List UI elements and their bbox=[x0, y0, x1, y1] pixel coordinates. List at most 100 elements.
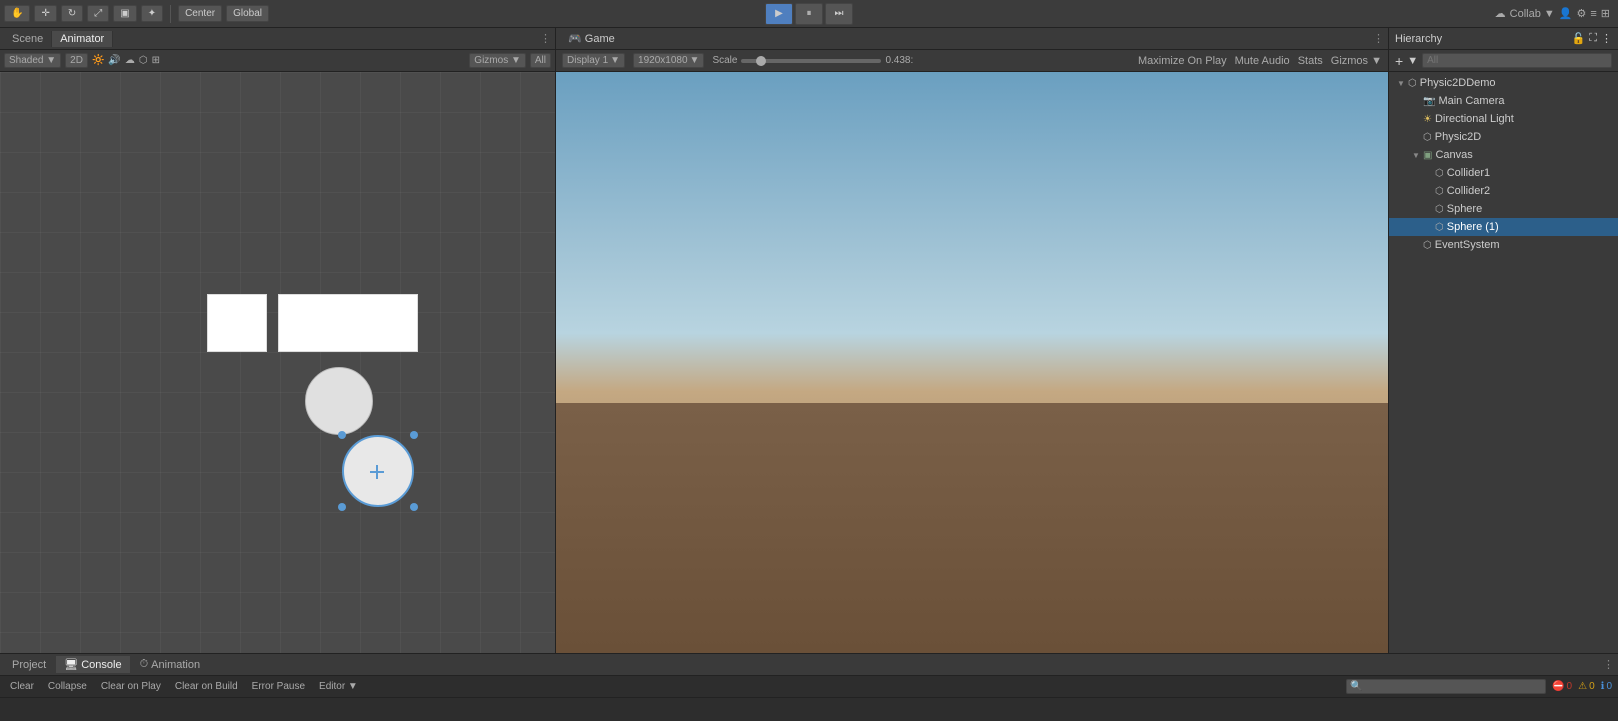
scene-gizmos-icon[interactable]: ⬡ bbox=[139, 55, 148, 66]
handle-br[interactable] bbox=[410, 503, 418, 511]
hand-tool-btn[interactable]: ✋ bbox=[4, 5, 30, 22]
scale-tool-btn[interactable]: ⤢ bbox=[87, 5, 109, 22]
scale-value: 0.438: bbox=[885, 55, 913, 66]
item-label-physic2d: Physic2D bbox=[1435, 131, 1481, 143]
tab-animator[interactable]: Animator bbox=[52, 31, 113, 47]
clear-on-build-btn[interactable]: Clear on Build bbox=[171, 680, 242, 693]
game-panel-menu[interactable]: ⋮ bbox=[1373, 32, 1384, 45]
hierarchy-header-buttons: 🔓 ⛶ ⋮ bbox=[1572, 32, 1612, 45]
search-icon: 🔍 bbox=[1350, 681, 1362, 692]
camera-icon: 📷 bbox=[1423, 96, 1435, 107]
hierarchy-item-sphere1[interactable]: ⬡ Sphere (1) bbox=[1389, 218, 1618, 236]
hierarchy-item-directional-light[interactable]: ☀ Directional Light bbox=[1389, 110, 1618, 128]
plus-icon[interactable]: + bbox=[1395, 53, 1403, 69]
info-icon: ℹ bbox=[1601, 681, 1605, 692]
move-tool-btn[interactable]: ✛ bbox=[34, 5, 56, 22]
clear-btn[interactable]: Clear bbox=[6, 680, 38, 693]
hierarchy-toolbar: + ▼ bbox=[1389, 50, 1618, 72]
fx-icon[interactable]: ☁ bbox=[125, 55, 135, 66]
hierarchy-item-collider2[interactable]: ⬡ Collider2 bbox=[1389, 182, 1618, 200]
maximize-icon[interactable]: ⛶ bbox=[1589, 32, 1597, 45]
audio-icon[interactable]: 🔊 bbox=[108, 55, 120, 66]
mute-audio-label[interactable]: Mute Audio bbox=[1235, 55, 1290, 67]
display-selector[interactable]: Display 1 ▼ bbox=[562, 53, 625, 68]
lighting-icon[interactable]: 🔆 bbox=[92, 55, 104, 66]
bottom-panel: Project 🖥 Console ⏱ Animation ⋮ Clear Co… bbox=[0, 653, 1618, 721]
scene-panel-tabs: Scene Animator ⋮ bbox=[0, 28, 555, 50]
tab-animation[interactable]: ⏱ Animation bbox=[132, 656, 209, 673]
collab-label: Collab ▼ bbox=[1510, 8, 1555, 20]
center-panel: 🎮 Game ⋮ Display 1 ▼ 1920x1080 ▼ Scale 0… bbox=[556, 28, 1388, 653]
play-button[interactable]: ▶ bbox=[765, 3, 793, 25]
handle-tr[interactable] bbox=[410, 431, 418, 439]
collapse-btn[interactable]: Collapse bbox=[44, 680, 91, 693]
hierarchy-item-collider1[interactable]: ⬡ Collider1 bbox=[1389, 164, 1618, 182]
item-label-canvas: Canvas bbox=[1435, 149, 1472, 161]
handle-tl[interactable] bbox=[338, 431, 346, 439]
error-icon: ⛔ bbox=[1552, 681, 1564, 692]
handle-bl[interactable] bbox=[338, 503, 346, 511]
collider1-icon: ⬡ bbox=[1435, 168, 1444, 179]
clear-on-play-btn[interactable]: Clear on Play bbox=[97, 680, 165, 693]
collab-button[interactable]: ☁ Collab ▼ 👤 ⚙ ≡ ⊞ bbox=[1495, 7, 1610, 20]
game-panel-tabs: 🎮 Game ⋮ bbox=[556, 28, 1388, 50]
error-pause-btn[interactable]: Error Pause bbox=[248, 680, 309, 693]
grid-icon[interactable]: ⊞ bbox=[152, 55, 160, 66]
hierarchy-item-eventsystem[interactable]: ⬡ EventSystem bbox=[1389, 236, 1618, 254]
scene-icon: ⬡ bbox=[1408, 78, 1417, 89]
game-toolbar: Display 1 ▼ 1920x1080 ▼ Scale 0.438: Max… bbox=[556, 50, 1388, 72]
global-btn[interactable]: Global bbox=[226, 5, 269, 22]
pause-button[interactable]: ⏸ bbox=[795, 3, 823, 25]
tab-project[interactable]: Project bbox=[4, 657, 54, 673]
scene-view bbox=[0, 72, 555, 653]
shaded-label[interactable]: Shaded ▼ bbox=[4, 53, 61, 68]
resolution-selector[interactable]: 1920x1080 ▼ bbox=[633, 53, 704, 68]
item-label-sphere: Sphere bbox=[1447, 203, 1482, 215]
expand-arrow: ▼ bbox=[1412, 151, 1420, 160]
tab-game[interactable]: 🎮 Game bbox=[560, 30, 623, 47]
console-label: Console bbox=[81, 659, 121, 671]
tab-scene[interactable]: Scene bbox=[4, 31, 52, 47]
bottom-panel-menu[interactable]: ⋮ bbox=[1603, 658, 1614, 671]
scale-slider-thumb[interactable] bbox=[756, 56, 766, 66]
game-view bbox=[556, 72, 1388, 653]
hierarchy-menu-icon[interactable]: ⋮ bbox=[1601, 32, 1612, 45]
rect-tool-btn[interactable]: ▣ bbox=[113, 5, 136, 22]
multi-tool-btn[interactable]: ✦ bbox=[141, 5, 163, 22]
down-arrow-icon[interactable]: ▼ bbox=[1407, 55, 1418, 67]
step-button[interactable]: ⏭ bbox=[825, 3, 853, 25]
item-label-collider1: Collider1 bbox=[1447, 167, 1490, 179]
panel-menu-icon[interactable]: ⋮ bbox=[540, 32, 551, 45]
hierarchy-item-physic2d[interactable]: ⬡ Physic2D bbox=[1389, 128, 1618, 146]
resolution-label: 1920x1080 bbox=[638, 55, 688, 66]
collider2-icon: ⬡ bbox=[1435, 186, 1444, 197]
2d-toggle[interactable]: 2D bbox=[65, 53, 88, 68]
error-badge[interactable]: ⛔ 0 bbox=[1552, 681, 1572, 692]
scene-gizmos-btn[interactable]: Gizmos ▼ bbox=[469, 53, 526, 68]
maximize-on-play-label[interactable]: Maximize On Play bbox=[1138, 55, 1227, 67]
hierarchy-list: ▼ ⬡ Physic2DDemo 📷 Main Camera ☀ Directi… bbox=[1389, 72, 1618, 653]
rotate-tool-btn[interactable]: ↻ bbox=[61, 5, 83, 22]
bottom-search-input[interactable] bbox=[1346, 679, 1546, 694]
lock-icon[interactable]: 🔓 bbox=[1572, 32, 1586, 45]
sphere1-icon: ⬡ bbox=[1435, 222, 1444, 233]
game-gizmos-label[interactable]: Gizmos ▼ bbox=[1331, 55, 1382, 67]
hierarchy-item-physic2ddemo[interactable]: ▼ ⬡ Physic2DDemo bbox=[1389, 74, 1618, 92]
account-icon: 👤 bbox=[1559, 7, 1573, 20]
scene-all-btn[interactable]: All bbox=[530, 53, 551, 68]
info-badge[interactable]: ℹ 0 bbox=[1601, 681, 1612, 692]
center-btn[interactable]: Center bbox=[178, 5, 222, 22]
hierarchy-item-sphere[interactable]: ⬡ Sphere bbox=[1389, 200, 1618, 218]
hierarchy-search-input[interactable] bbox=[1422, 53, 1612, 68]
layers-icon: ≡ bbox=[1590, 8, 1596, 20]
warning-badge[interactable]: ⚠ 0 bbox=[1578, 681, 1595, 692]
play-controls: ▶ ⏸ ⏭ bbox=[765, 3, 853, 25]
editor-dropdown-btn[interactable]: Editor ▼ bbox=[315, 680, 362, 693]
tab-console[interactable]: 🖥 Console bbox=[56, 656, 129, 673]
hierarchy-item-main-camera[interactable]: 📷 Main Camera bbox=[1389, 92, 1618, 110]
scale-slider-track[interactable] bbox=[741, 59, 881, 63]
display-label: Display 1 bbox=[567, 55, 608, 66]
hierarchy-item-canvas[interactable]: ▼ ▣ Canvas bbox=[1389, 146, 1618, 164]
stats-label[interactable]: Stats bbox=[1298, 55, 1323, 67]
scene-collider1 bbox=[207, 294, 267, 352]
